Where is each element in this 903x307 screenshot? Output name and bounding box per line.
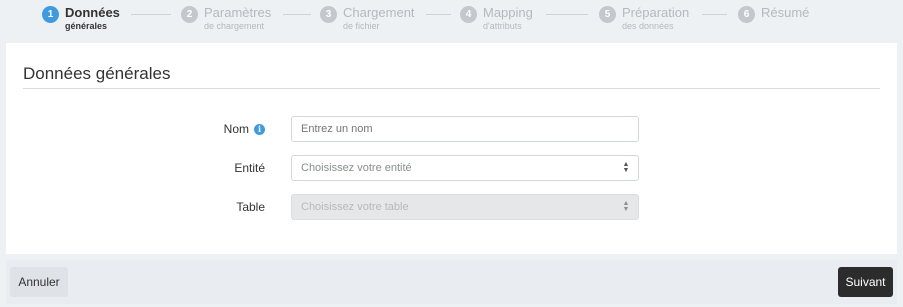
form-row-table: Table Choisissez votre table ▲ ▼: [6, 194, 897, 220]
step-title: Paramètres: [204, 5, 272, 20]
nom-label: Nom: [223, 122, 249, 136]
next-button[interactable]: Suivant: [838, 267, 893, 297]
nom-input[interactable]: [291, 116, 639, 142]
section-title: Données générales: [23, 64, 171, 83]
step-subtitle: de chargement: [204, 21, 265, 31]
step-title: Données: [65, 5, 120, 20]
step-title: Chargement: [343, 5, 415, 20]
step-connector: [546, 14, 588, 15]
entite-select[interactable]: Choisissez votre entité ▲ ▼: [291, 155, 639, 181]
nom-label-group: Nom i: [224, 116, 265, 142]
step-connector: [131, 14, 171, 15]
select-arrows-icon: ▲ ▼: [622, 200, 630, 213]
section-divider: [23, 88, 880, 89]
step-connector: [283, 14, 311, 15]
step-title: Résumé: [761, 5, 810, 20]
step-number-badge: 1: [42, 6, 59, 23]
step-title: Mapping: [483, 5, 533, 20]
step-number-badge: 4: [460, 6, 477, 23]
step-subtitle: générales: [65, 21, 108, 31]
table-select-placeholder: Choisissez votre table: [301, 201, 409, 213]
select-arrows-icon: ▲ ▼: [622, 161, 630, 174]
step-number-badge: 2: [181, 6, 198, 23]
form-row-nom: Nom i: [6, 116, 897, 142]
table-label: Table: [236, 200, 265, 214]
entite-select-placeholder: Choisissez votre entité: [301, 162, 412, 174]
step-resume[interactable]: 6 Résumé: [738, 6, 809, 23]
step-donnees-generales[interactable]: 1 Données générales: [42, 6, 120, 31]
cancel-button[interactable]: Annuler: [10, 267, 68, 297]
form-row-entite: Entité Choisissez votre entité ▲ ▼: [6, 155, 897, 181]
step-parametres-chargement[interactable]: 2 Paramètres de chargement: [181, 6, 271, 31]
step-connector: [426, 14, 451, 15]
table-select: Choisissez votre table ▲ ▼: [291, 194, 639, 220]
general-data-card: Données générales Nom i Entité Choisisse…: [6, 43, 897, 254]
step-number-badge: 5: [599, 6, 616, 23]
info-icon[interactable]: i: [254, 123, 265, 135]
entite-label: Entité: [234, 161, 265, 175]
step-subtitle: des données: [622, 21, 674, 31]
step-chargement-fichier[interactable]: 3 Chargement de fichier: [320, 6, 415, 31]
wizard-stepper: 1 Données générales 2 Paramètres de char…: [0, 0, 903, 42]
step-subtitle: d'attributs: [483, 21, 522, 31]
step-number-badge: 6: [738, 6, 755, 23]
step-preparation-donnees[interactable]: 5 Préparation des données: [599, 6, 689, 31]
step-title: Préparation: [622, 5, 690, 20]
step-connector: [702, 14, 727, 15]
wizard-footer: Annuler Suivant: [6, 260, 897, 304]
step-subtitle: de fichier: [343, 21, 380, 31]
step-mapping-attributs[interactable]: 4 Mapping d'attributs: [460, 6, 533, 31]
step-number-badge: 3: [320, 6, 337, 23]
